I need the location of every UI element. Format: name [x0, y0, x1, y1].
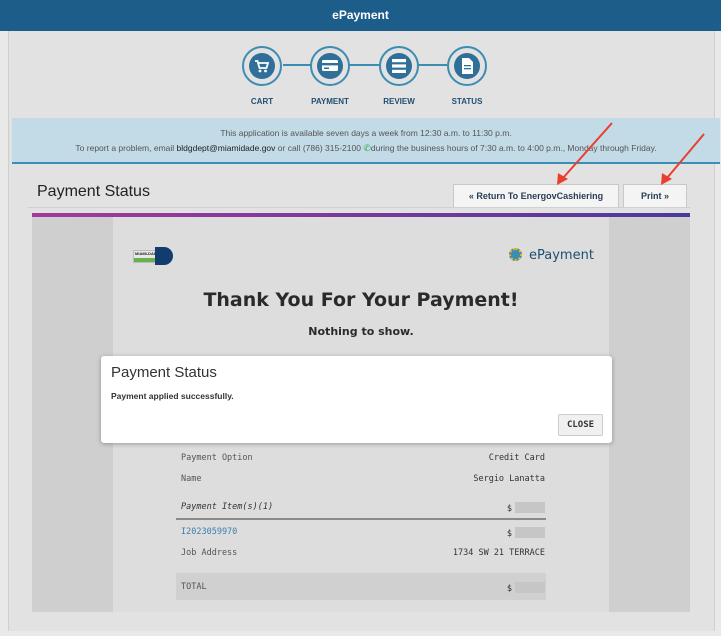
checkout-steps: CART PAYMENT REVIEW STATUS: [0, 0, 721, 120]
epayment-brand: ePayment: [509, 248, 594, 263]
step-payment[interactable]: [310, 46, 350, 86]
availability-text: This application is available seven days…: [220, 128, 512, 138]
close-button[interactable]: CLOSE: [558, 414, 603, 436]
miami-dade-logo: MIAMI-DADE COUNTY: [133, 247, 173, 265]
redacted-amount: [515, 502, 545, 513]
row-value: Sergio Lanatta: [473, 474, 545, 484]
empty-message: Nothing to show.: [308, 325, 414, 338]
currency-symbol: $: [506, 584, 512, 594]
print-button[interactable]: Print »: [623, 184, 687, 208]
steps-connector: [283, 64, 447, 66]
phone-icon: ✆: [363, 143, 371, 153]
row-label: Payment Item(s)(1): [181, 502, 274, 512]
step-review[interactable]: [379, 46, 419, 86]
coin-icon: [509, 248, 522, 261]
return-button[interactable]: « Return To EnergovCashiering: [453, 184, 619, 208]
receipt-row-payment-items: Payment Item(s)(1) $: [181, 502, 545, 516]
currency-symbol: $: [506, 529, 512, 539]
step-label-review: REVIEW: [383, 97, 415, 106]
receipt-row-name: Name Sergio Lanatta: [181, 474, 545, 488]
step-cart[interactable]: [242, 46, 282, 86]
receipt-row-item: I2023059970 $: [181, 527, 545, 541]
step-label-status: STATUS: [451, 97, 483, 106]
cart-icon: [249, 53, 275, 79]
items-divider: [176, 518, 546, 520]
document-icon: [454, 53, 480, 79]
receipt-row-job-address: Job Address 1734 SW 21 TERRACE: [181, 548, 545, 562]
contact-hours-text: during the business hours of 7:30 a.m. t…: [370, 143, 657, 153]
review-list-icon: [386, 53, 412, 79]
row-label: Name: [181, 474, 202, 484]
row-value: $: [507, 582, 545, 594]
currency-symbol: $: [506, 504, 512, 514]
contact-prefix: To report a problem, email: [75, 143, 177, 153]
item-link[interactable]: I2023059970: [181, 527, 237, 537]
step-label-cart: CART: [250, 97, 274, 106]
brand-text: ePayment: [529, 248, 594, 263]
credit-card-icon: [317, 53, 343, 79]
redacted-amount: [515, 582, 545, 593]
contact-text: To report a problem, email bldgdept@miam…: [12, 143, 720, 154]
step-label-payment: PAYMENT: [311, 97, 349, 106]
thank-you-heading: Thank You For Your Payment!: [203, 289, 519, 311]
info-banner: This application is available seven days…: [12, 118, 720, 164]
row-label: Payment Option: [181, 453, 253, 463]
header-divider: [28, 207, 690, 208]
contact-phone-text: or call (786) 315-2100: [275, 143, 364, 153]
step-status[interactable]: [447, 46, 487, 86]
support-email-link[interactable]: bldgdept@miamidade.gov: [177, 143, 276, 153]
payment-status-dialog: Payment Status Payment applied successfu…: [101, 356, 612, 443]
dialog-title: Payment Status: [111, 364, 217, 381]
logo-d-shape: [155, 247, 173, 265]
redacted-amount: [515, 527, 545, 538]
dialog-message: Payment applied successfully.: [111, 391, 234, 401]
row-value: $: [507, 502, 545, 514]
receipt-row-total: TOTAL $: [181, 582, 545, 596]
row-value: Credit Card: [488, 453, 545, 463]
row-value: 1734 SW 21 TERRACE: [452, 548, 545, 558]
logo-green-stripe: [134, 258, 155, 262]
row-label: Job Address: [181, 548, 238, 558]
row-label: TOTAL: [181, 582, 207, 592]
page-title: Payment Status: [37, 183, 150, 200]
row-value: $: [507, 527, 545, 539]
receipt-row-payment-option: Payment Option Credit Card: [181, 453, 545, 467]
